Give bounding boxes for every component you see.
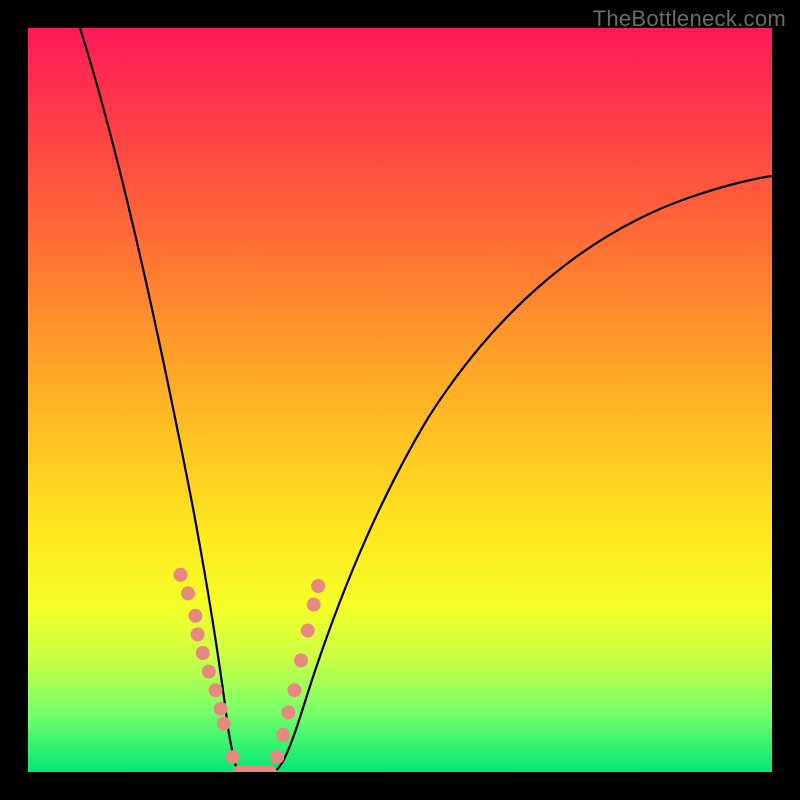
- data-dot: [217, 717, 231, 731]
- chart-frame: TheBottleneck.com: [0, 0, 800, 800]
- data-dot: [276, 728, 290, 742]
- data-dot: [287, 683, 301, 697]
- dot-cluster: [174, 568, 326, 772]
- data-dot: [174, 568, 188, 582]
- data-dot: [270, 750, 284, 764]
- data-dot: [196, 646, 210, 660]
- data-dot: [294, 653, 308, 667]
- data-dot: [191, 627, 205, 641]
- bottleneck-curve-svg: [28, 28, 772, 772]
- data-dot: [311, 579, 325, 593]
- data-dot: [301, 624, 315, 638]
- data-dot: [209, 683, 223, 697]
- data-dot: [226, 750, 240, 764]
- data-dot: [307, 598, 321, 612]
- data-dot: [188, 609, 202, 623]
- data-dot: [281, 706, 295, 720]
- watermark-text: TheBottleneck.com: [593, 6, 786, 32]
- data-dot: [181, 586, 195, 600]
- bottleneck-curve-path: [80, 28, 772, 772]
- data-dot: [214, 702, 228, 716]
- chart-plot-area: [28, 28, 772, 772]
- data-dot: [202, 665, 216, 679]
